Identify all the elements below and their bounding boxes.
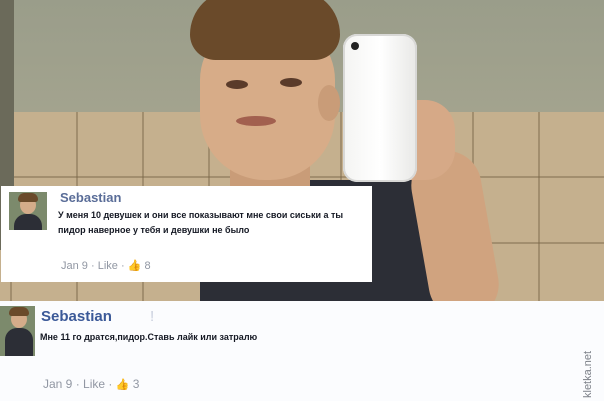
like-link[interactable]: Like xyxy=(98,260,118,272)
thumbs-up-icon[interactable]: 👍 xyxy=(128,259,142,272)
comment-date: Jan 9 xyxy=(43,377,73,391)
boy-mouth xyxy=(236,116,276,126)
comment-author[interactable]: Sebastian xyxy=(60,190,121,205)
avatar-hair xyxy=(9,307,29,316)
avatar[interactable] xyxy=(9,192,47,230)
avatar-hair xyxy=(18,193,38,202)
comment-text: Мне 11 го дратся,пидор.Ставь лайк или за… xyxy=(40,332,258,342)
boy-ear xyxy=(318,85,340,121)
boy-eye-right xyxy=(280,78,302,87)
comment-text: У меня 10 девушек и они все показывают м… xyxy=(58,210,344,235)
comment-author-suffix: ! xyxy=(150,308,155,325)
meta-separator: · xyxy=(120,260,125,272)
boy-hair xyxy=(190,0,340,60)
apple-logo-icon xyxy=(371,94,389,114)
comment-date: Jan 9 xyxy=(61,260,88,272)
white-iphone xyxy=(343,34,417,182)
meta-separator: · xyxy=(108,377,113,391)
avatar-body xyxy=(5,328,33,356)
like-count[interactable]: 3 xyxy=(133,377,140,391)
avatar[interactable] xyxy=(0,306,35,356)
meta-separator: · xyxy=(90,260,95,272)
meta-separator: · xyxy=(75,377,80,391)
comment-card: Sebastian У меня 10 девушек и они все по… xyxy=(1,186,372,282)
boy-eye-left xyxy=(226,80,248,89)
phone-camera-icon xyxy=(351,42,359,50)
comment-meta: Jan 9 · Like · 👍 8 xyxy=(61,259,151,272)
comment-author[interactable]: Sebastian xyxy=(41,308,112,325)
site-watermark: kletka.net xyxy=(582,350,594,398)
thumbs-up-icon[interactable]: 👍 xyxy=(116,378,130,391)
comment-card: Sebastian ! Мне 11 го дратся,пидор.Ставь… xyxy=(0,301,604,401)
like-link[interactable]: Like xyxy=(83,377,105,391)
comment-meta: Jan 9 · Like · 👍 3 xyxy=(43,377,139,391)
like-count[interactable]: 8 xyxy=(144,260,150,272)
avatar-body xyxy=(14,214,42,230)
